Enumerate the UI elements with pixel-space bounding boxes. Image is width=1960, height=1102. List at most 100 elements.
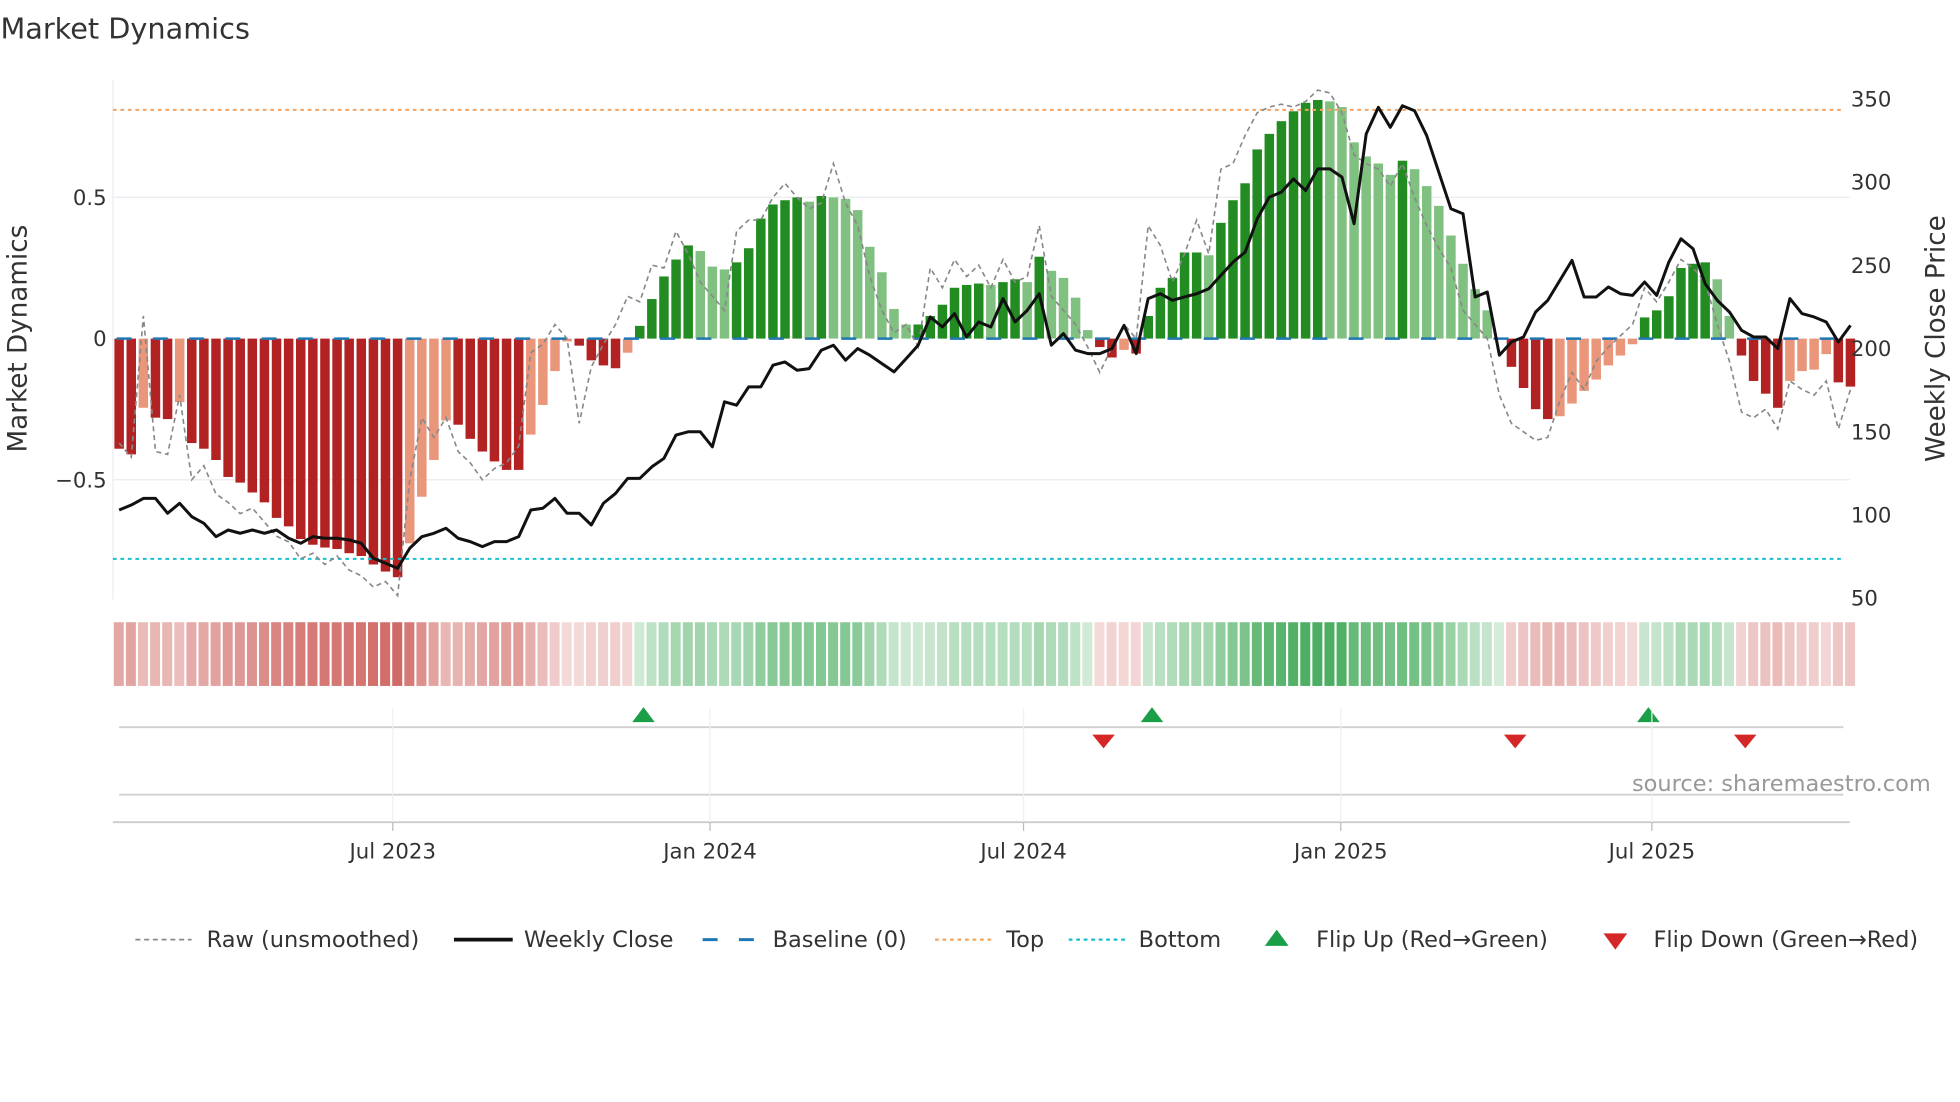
momentum-bar (659, 276, 669, 339)
heat-cell (162, 622, 173, 686)
heat-cell (1639, 622, 1650, 686)
heat-cell (440, 622, 451, 686)
momentum-bar (513, 338, 524, 470)
heat-cell (355, 622, 366, 686)
heat-cell (1009, 622, 1020, 686)
heat-cell (1336, 622, 1347, 686)
heat-cell (476, 622, 487, 686)
y2-tick-label: 200 (1851, 337, 1892, 362)
x-tick-label: Jul 2025 (1607, 839, 1695, 864)
momentum-bar (1252, 149, 1262, 339)
heat-cell (186, 622, 197, 686)
legend-label: Top (1005, 927, 1044, 953)
momentum-bar (671, 259, 681, 339)
momentum-bar (441, 338, 451, 421)
heat-cell (259, 622, 270, 686)
legend-label: Flip Up (Red→Green) (1316, 927, 1548, 953)
heat-cell (113, 622, 124, 686)
x-tick-label: Jul 2024 (978, 839, 1066, 864)
heat-cell (295, 622, 306, 686)
momentum-bar (1833, 338, 1844, 383)
heat-cell (658, 622, 669, 686)
momentum-bar (1167, 277, 1178, 339)
momentum-bar (332, 338, 342, 549)
momentum-bar (380, 338, 391, 572)
heat-cell (428, 622, 439, 686)
heat-cell (1058, 622, 1069, 686)
heat-cell (1167, 622, 1178, 686)
y2-tick-label: 50 (1851, 587, 1878, 612)
momentum-bar (792, 197, 802, 339)
heat-cell (682, 622, 693, 686)
momentum-bar (465, 338, 475, 439)
weekly-close-line (118, 104, 1852, 570)
series-lines (118, 89, 1852, 598)
momentum-bar (1676, 268, 1686, 339)
momentum-bar (816, 195, 827, 339)
heat-cell (1312, 622, 1323, 686)
heat-cell (210, 622, 221, 686)
heat-cell (1675, 622, 1686, 686)
momentum-bar (1349, 142, 1359, 339)
momentum-bar (308, 338, 318, 545)
heat-cell (1699, 622, 1710, 686)
heat-cell (864, 622, 875, 686)
heat-cell (198, 622, 209, 686)
heat-cell (646, 622, 657, 686)
heat-cell (598, 622, 609, 686)
heat-cell (1651, 622, 1662, 686)
momentum-bar (187, 338, 197, 444)
heat-cell (949, 622, 960, 686)
y2-tick-label: 350 (1851, 88, 1892, 113)
heat-cell (404, 622, 415, 686)
heat-cell (1530, 622, 1541, 686)
heat-cell (1372, 622, 1383, 686)
momentum-bar (320, 338, 330, 548)
momentum-bar (1458, 263, 1468, 339)
heat-cell (380, 622, 391, 686)
heat-cell (1118, 622, 1129, 686)
momentum-bar (586, 338, 597, 361)
heat-cell (828, 622, 839, 686)
heat-cell (1687, 622, 1698, 686)
heat-cell (343, 622, 354, 686)
heat-cell (307, 622, 318, 686)
momentum-bar (1446, 235, 1456, 339)
heat-cell (1106, 622, 1117, 686)
flip-markers (119, 707, 1844, 796)
y-tick-label: 0.5 (73, 186, 107, 211)
momentum-bar (247, 338, 258, 493)
heat-cell (1263, 622, 1274, 686)
momentum-bar (731, 262, 742, 339)
momentum-bar (392, 338, 403, 578)
heat-cell (719, 622, 730, 686)
momentum-bar (526, 338, 536, 435)
momentum-bar (780, 200, 790, 339)
heat-cell (1154, 622, 1165, 686)
heat-cell (271, 622, 282, 686)
flip-down-marker (1092, 734, 1115, 749)
heat-cell (1130, 622, 1141, 686)
heat-cell (1033, 622, 1044, 686)
momentum-bar (1736, 338, 1747, 356)
momentum-bar (174, 338, 185, 403)
heat-cell (1142, 622, 1153, 686)
heat-cell (513, 622, 524, 686)
heat-cell (900, 622, 911, 686)
legend-label: Raw (unsmoothed) (207, 927, 420, 953)
momentum-bar (223, 338, 233, 477)
heat-cell (1772, 622, 1783, 686)
y2-axis-label: Weekly Close Price (1922, 215, 1952, 462)
heat-cell (622, 622, 633, 686)
momentum-bar (477, 338, 488, 452)
heat-cell (670, 622, 681, 686)
y-axis-label: Market Dynamics (4, 225, 34, 453)
momentum-bar (804, 201, 814, 339)
raw-line (118, 89, 1852, 598)
heat-cell (1493, 622, 1504, 686)
momentum-bar (1240, 183, 1250, 339)
momentum-bar (719, 269, 730, 339)
heat-cell (1796, 622, 1807, 686)
heat-cell (1288, 622, 1299, 686)
y2-tick-label: 300 (1851, 171, 1892, 196)
